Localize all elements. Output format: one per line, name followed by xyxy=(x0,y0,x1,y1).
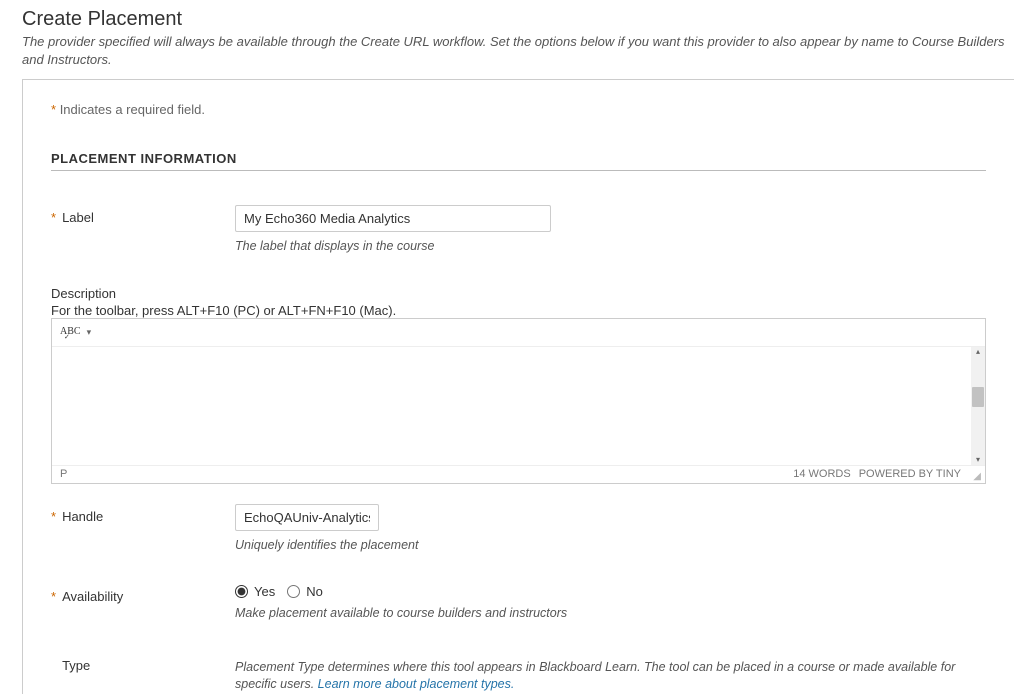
editor-scrollbar[interactable]: ▴ ▾ xyxy=(971,347,985,465)
required-indicator-note: * Indicates a required field. xyxy=(51,102,986,117)
scroll-thumb[interactable] xyxy=(972,387,984,407)
availability-opt-yes: Yes xyxy=(254,584,275,599)
availability-radio-yes[interactable] xyxy=(235,585,248,598)
page-subtitle: The provider specified will always be av… xyxy=(22,33,1014,69)
editor-statusbar: P 14 WORDS POWERED BY TINY xyxy=(52,465,985,483)
required-star-icon: * xyxy=(51,509,56,524)
powered-by: POWERED BY TINY xyxy=(859,468,961,480)
row-description: Description For the toolbar, press ALT+F… xyxy=(51,286,986,484)
label-input[interactable] xyxy=(235,205,551,232)
field-name-handle: Handle xyxy=(62,509,103,524)
availability-radio-no[interactable] xyxy=(287,585,300,598)
label-helper: The label that displays in the course xyxy=(235,238,986,256)
row-label: * Label The label that displays in the c… xyxy=(51,205,986,256)
chevron-down-icon[interactable]: ▾ xyxy=(87,327,92,338)
required-star-icon: * xyxy=(51,102,56,117)
spellcheck-icon[interactable]: ABC xyxy=(60,327,81,337)
field-name-type: Type xyxy=(62,658,90,673)
editor-textarea[interactable]: ▴ ▾ xyxy=(52,347,985,465)
scroll-down-icon[interactable]: ▾ xyxy=(976,456,980,464)
field-name-availability: Availability xyxy=(62,589,123,604)
field-name-label: Label xyxy=(62,210,94,225)
learn-more-link[interactable]: Learn more about placement types. xyxy=(318,677,515,691)
rich-text-editor: ABC ▾ ▴ ▾ P 14 WORDS POWERED BY TINY xyxy=(51,318,986,484)
field-name-description: Description xyxy=(51,286,986,301)
handle-helper: Uniquely identifies the placement xyxy=(235,537,986,555)
required-star-icon: * xyxy=(51,210,56,225)
form-panel: * Indicates a required field. PLACEMENT … xyxy=(22,79,1014,694)
editor-toolbar[interactable]: ABC ▾ xyxy=(52,319,985,347)
scroll-up-icon[interactable]: ▴ xyxy=(976,348,980,356)
editor-elem-path: P xyxy=(60,468,67,480)
section-header: PLACEMENT INFORMATION xyxy=(51,151,986,171)
row-handle: * Handle Uniquely identifies the placeme… xyxy=(51,504,986,555)
required-note-text: Indicates a required field. xyxy=(60,102,205,117)
availability-helper: Make placement available to course build… xyxy=(235,605,986,623)
word-count: 14 WORDS xyxy=(793,468,850,480)
row-availability: * Availability Yes No Make placement ava… xyxy=(51,584,986,623)
toolbar-shortcut-hint: For the toolbar, press ALT+F10 (PC) or A… xyxy=(51,303,986,318)
row-type: * Type Placement Type determines where t… xyxy=(51,653,986,694)
resize-handle-icon[interactable] xyxy=(969,469,979,479)
handle-input[interactable] xyxy=(235,504,379,531)
required-star-icon: * xyxy=(51,589,56,604)
type-helper: Placement Type determines where this too… xyxy=(235,659,986,694)
availability-opt-no: No xyxy=(306,584,323,599)
page-title: Create Placement xyxy=(22,8,1014,31)
